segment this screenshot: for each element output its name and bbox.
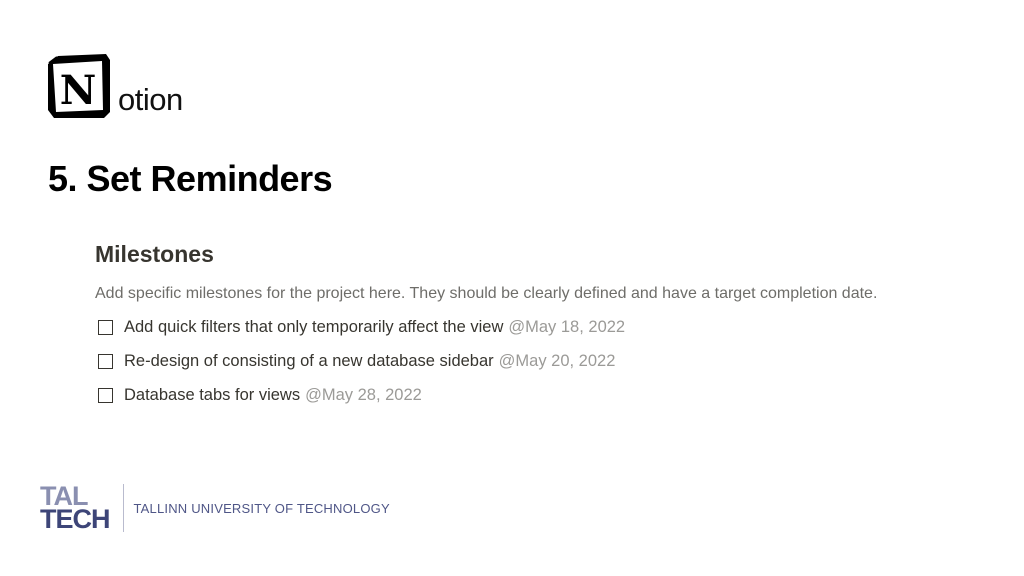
todo-text[interactable]: Database tabs for views	[124, 386, 300, 405]
taltech-logo: TAL TECH	[40, 483, 110, 534]
todo-item: Re-design of consisting of a new databas…	[95, 344, 975, 378]
checkbox-icon[interactable]	[98, 387, 113, 403]
milestones-block: Milestones Add specific milestones for t…	[95, 240, 975, 412]
todo-item: Database tabs for views @May 28, 2022	[95, 378, 975, 412]
todo-list: Add quick filters that only temporarily …	[95, 310, 975, 412]
university-name: TALLINN UNIVERSITY OF TECHNOLOGY	[133, 500, 390, 516]
footer-divider	[122, 484, 124, 532]
notion-wordmark: otion	[118, 82, 183, 117]
notion-logo-letter: N	[60, 67, 97, 114]
todo-date-mention[interactable]: @May 28, 2022	[305, 386, 422, 405]
todo-date-mention[interactable]: @May 18, 2022	[508, 318, 625, 337]
notion-logo: N otion	[44, 52, 183, 120]
todo-item: Add quick filters that only temporarily …	[95, 310, 975, 344]
slide-title: 5. Set Reminders	[48, 158, 333, 199]
checkbox-icon[interactable]	[98, 319, 113, 335]
notion-logo-icon: N	[48, 54, 110, 118]
todo-text[interactable]: Re-design of consisting of a new databas…	[124, 352, 494, 371]
milestones-description: Add specific milestones for the project …	[95, 285, 878, 302]
taltech-branding: TAL TECH TALLINN UNIVERSITY OF TECHNOLOG…	[40, 483, 390, 534]
todo-text[interactable]: Add quick filters that only temporarily …	[124, 318, 503, 337]
taltech-logo-line2: TECH	[40, 504, 110, 534]
checkbox-icon[interactable]	[98, 353, 113, 369]
todo-date-mention[interactable]: @May 20, 2022	[499, 352, 616, 371]
milestones-heading: Milestones	[95, 241, 214, 267]
